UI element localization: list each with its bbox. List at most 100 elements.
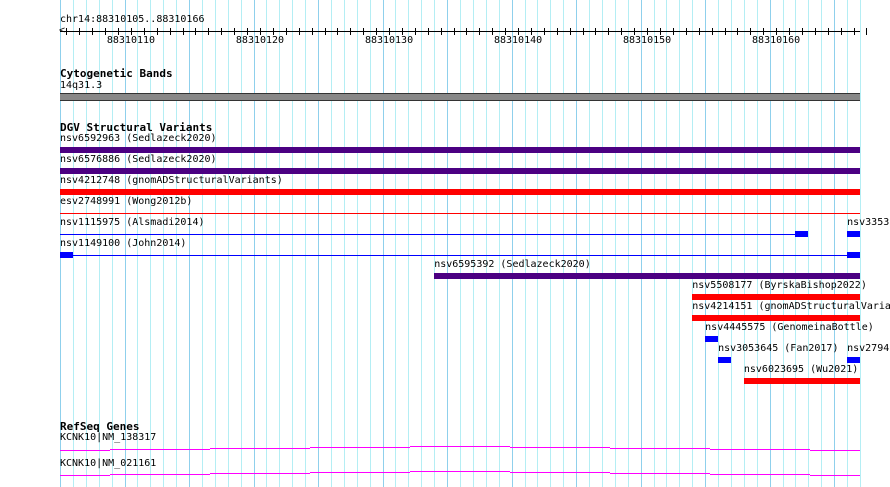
variant-bar[interactable] xyxy=(743,378,860,384)
variant-box[interactable] xyxy=(60,252,73,258)
variant-bar[interactable] xyxy=(692,315,860,321)
variant-label[interactable]: nsv6592963 (Sedlazeck2020) xyxy=(60,133,217,145)
ruler-tick xyxy=(634,28,635,35)
variant-label[interactable]: nsv4214151 (gnomADStructuralVaria xyxy=(692,301,890,313)
grid-line xyxy=(473,0,474,487)
scroll-left-arrow-icon[interactable]: < xyxy=(59,26,65,36)
ruler-tick xyxy=(299,28,300,35)
variant-line[interactable] xyxy=(60,255,860,256)
grid-line xyxy=(821,0,822,487)
grid-line xyxy=(408,0,409,487)
genome-browser-view[interactable]: chr14:88310105..88310166 < 88310110 88310… xyxy=(0,0,890,487)
variant-label[interactable]: nsv3353 xyxy=(847,217,889,229)
transcript-line[interactable] xyxy=(410,471,510,472)
location-label: chr14:88310105..88310166 xyxy=(60,14,205,25)
grid-line xyxy=(576,0,577,487)
grid-line xyxy=(292,0,293,487)
ruler-tick xyxy=(595,28,596,35)
transcript-line[interactable] xyxy=(60,475,110,476)
ruler-tick xyxy=(350,28,351,35)
grid-line xyxy=(757,0,758,487)
cytogenetic-bands-track-title[interactable]: Cytogenetic Bands xyxy=(60,67,173,80)
transcript-line[interactable] xyxy=(810,450,860,451)
transcript-line[interactable] xyxy=(710,474,810,475)
ruler-tick xyxy=(183,28,184,35)
transcript-line[interactable] xyxy=(110,449,210,450)
variant-label[interactable]: nsv3053645 (Fan2017) xyxy=(718,343,838,355)
ruler-tick xyxy=(402,28,403,35)
ruler-tick xyxy=(66,28,67,35)
transcript-label: KCNK10|NM_138317 xyxy=(60,432,157,443)
ruler-tick xyxy=(312,28,313,35)
transcript-line[interactable] xyxy=(210,473,310,474)
transcript-line[interactable] xyxy=(610,448,710,449)
ruler-tick xyxy=(92,28,93,35)
ruler-tick xyxy=(518,28,519,35)
variant-label[interactable]: nsv6023695 (Wu2021) xyxy=(744,364,858,376)
transcript-line[interactable] xyxy=(410,446,510,447)
transcript-line[interactable] xyxy=(610,473,710,474)
grid-line xyxy=(537,0,538,487)
grid-line xyxy=(215,0,216,487)
ruler-tick-label: 88310110 xyxy=(106,35,156,46)
transcript-line[interactable] xyxy=(210,448,310,449)
transcript-line[interactable] xyxy=(110,474,210,475)
variant-box[interactable] xyxy=(705,336,719,342)
ruler-tick xyxy=(686,28,687,35)
variant-label[interactable]: nsv6576886 (Sedlazeck2020) xyxy=(60,154,217,166)
ruler-tick xyxy=(208,28,209,35)
grid-line xyxy=(266,0,267,487)
grid-line xyxy=(525,0,526,487)
variant-label[interactable]: esv2748991 (Wong2012b) xyxy=(60,196,192,208)
transcript-line[interactable] xyxy=(310,472,410,473)
variant-box[interactable] xyxy=(847,252,860,258)
grid-line xyxy=(718,0,719,487)
grid-line xyxy=(486,0,487,487)
ruler-tick xyxy=(144,28,145,35)
grid-line xyxy=(318,0,319,487)
transcript-line[interactable] xyxy=(510,447,610,448)
variant-bar[interactable] xyxy=(60,189,860,195)
ruler-tick xyxy=(531,28,532,35)
variant-bar[interactable] xyxy=(60,168,860,174)
grid-line xyxy=(228,0,229,487)
variant-label[interactable]: nsv4212748 (gnomADStructuralVariants) xyxy=(60,175,283,187)
variant-label[interactable]: nsv1149100 (John2014) xyxy=(60,238,186,250)
ruler-tick xyxy=(737,28,738,35)
variant-bar[interactable] xyxy=(692,294,860,300)
ruler-tick xyxy=(131,28,132,35)
cytoband-14q31-3[interactable] xyxy=(60,93,860,101)
variant-box[interactable] xyxy=(718,357,731,363)
variant-bar[interactable] xyxy=(434,273,860,279)
variant-box[interactable] xyxy=(847,231,860,237)
variant-label[interactable]: nsv5508177 (ByrskaBishop2022) xyxy=(692,280,867,292)
variant-box[interactable] xyxy=(847,357,860,363)
ruler-tick xyxy=(325,28,326,35)
variant-bar[interactable] xyxy=(60,147,860,153)
variant-label[interactable]: nsv4445575 (GenomeinaBottle) xyxy=(705,322,874,334)
grid-line xyxy=(731,0,732,487)
grid-line xyxy=(628,0,629,487)
variant-line[interactable] xyxy=(60,234,809,235)
grid-line xyxy=(434,0,435,487)
variant-label[interactable]: nsv2794 xyxy=(847,343,889,355)
ruler-tick-label: 88310130 xyxy=(364,35,414,46)
transcript-line[interactable] xyxy=(310,447,410,448)
ruler-tick xyxy=(673,28,674,35)
variant-label[interactable]: nsv6595392 (Sedlazeck2020) xyxy=(434,259,591,271)
transcript-line[interactable] xyxy=(810,475,860,476)
transcript-line[interactable] xyxy=(710,449,810,450)
ruler-tick xyxy=(854,28,855,35)
ruler-tick xyxy=(866,28,867,35)
grid-line xyxy=(305,0,306,487)
grid-line xyxy=(550,0,551,487)
variant-box[interactable] xyxy=(795,231,809,237)
variant-line[interactable] xyxy=(60,213,860,214)
ruler-tick xyxy=(157,28,158,35)
transcript-line[interactable] xyxy=(60,450,110,451)
variant-label[interactable]: nsv1115975 (Alsmadi2014) xyxy=(60,217,205,229)
transcript-line[interactable] xyxy=(510,472,610,473)
ruler-axis[interactable] xyxy=(60,31,860,32)
grid-line xyxy=(421,0,422,487)
grid-line xyxy=(770,0,771,487)
